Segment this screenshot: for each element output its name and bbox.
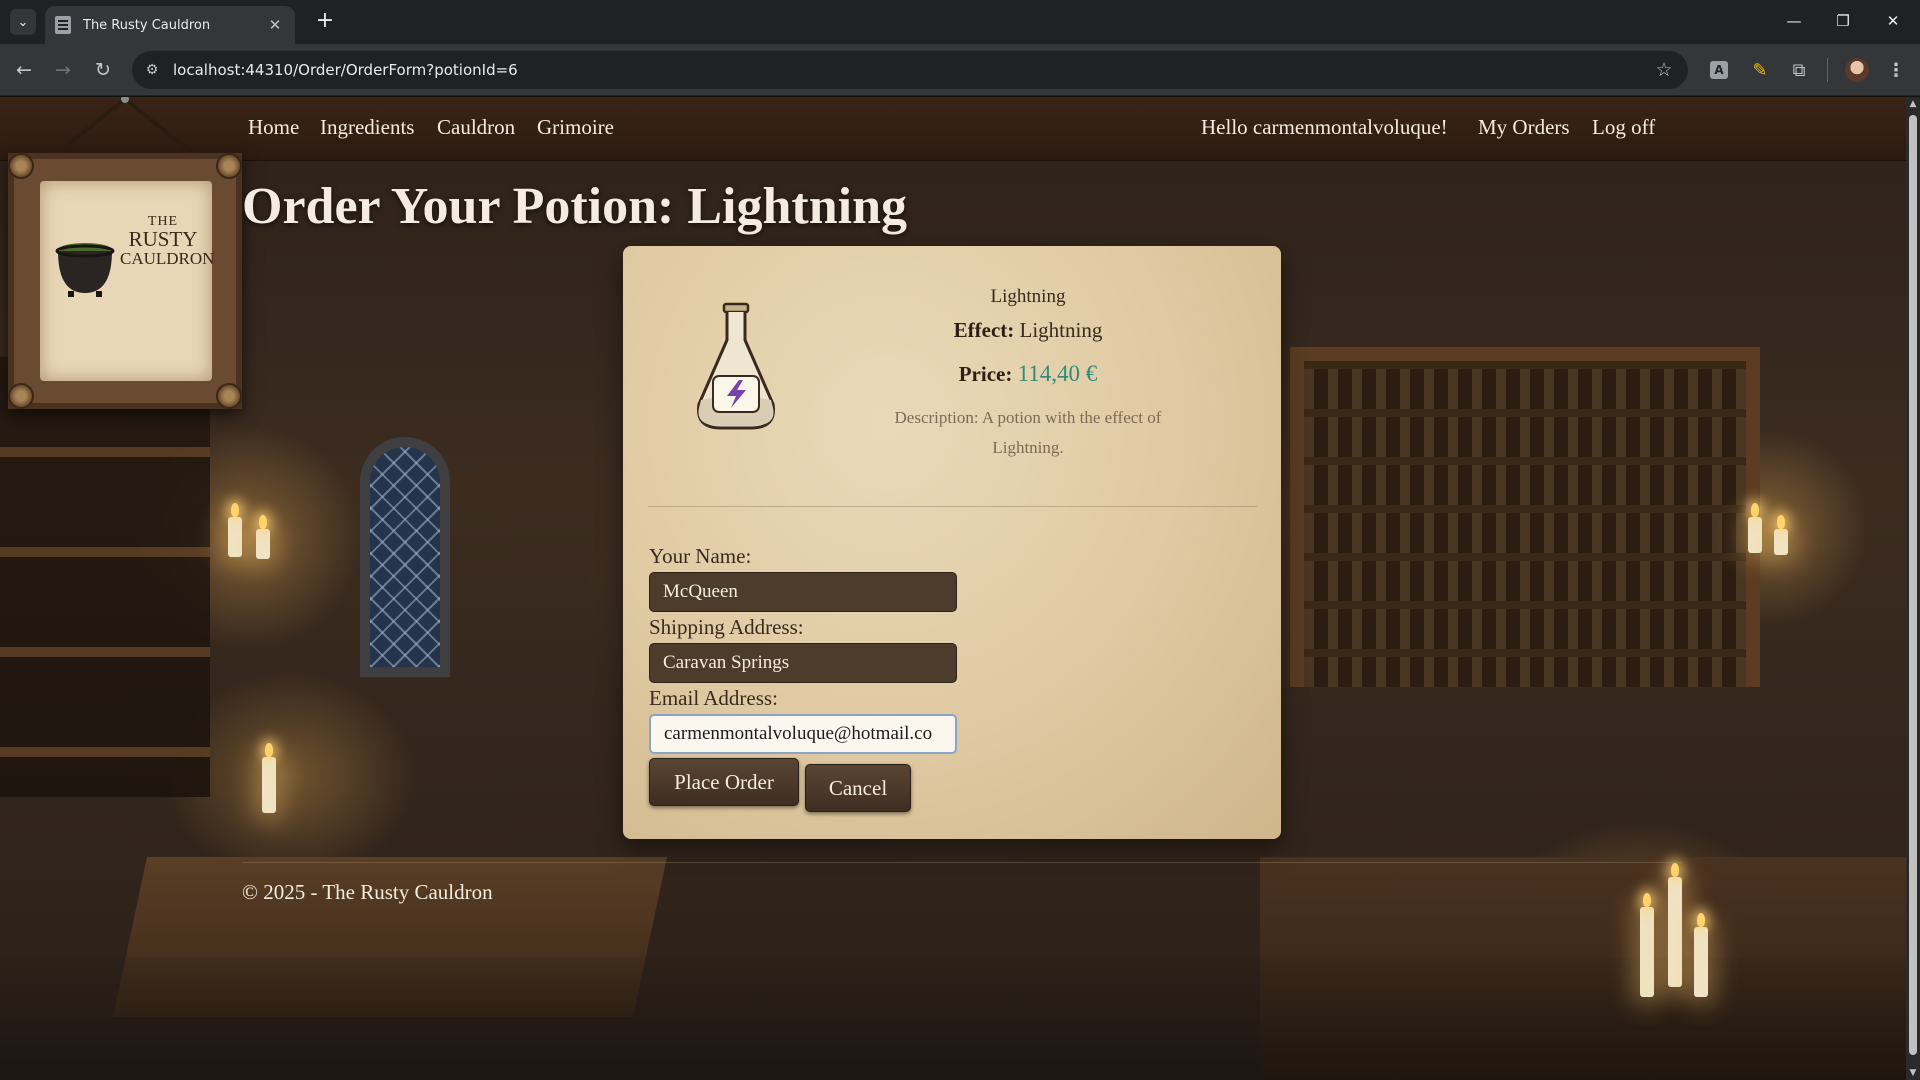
arrow-left-icon: ← (16, 59, 32, 81)
puzzle-icon: ⧉ (1792, 59, 1806, 81)
sign-line: CAULDRON (120, 249, 215, 268)
toolbar-divider (1827, 58, 1828, 82)
site-logo[interactable]: THE RUSTY CAULDRON (8, 153, 242, 409)
email-input[interactable]: carmenmontalvoluque@hotmail.co (649, 714, 957, 754)
background-shelf (0, 357, 210, 797)
price-label: Price: (958, 362, 1013, 386)
scroll-up-icon[interactable]: ▲ (1906, 97, 1920, 111)
order-card: Lightning Effect: Lightning Price: 114,4… (623, 246, 1281, 839)
nav-cauldron[interactable]: Cauldron (437, 115, 515, 140)
tab-list-button[interactable]: ⌄ (10, 9, 36, 35)
effect-value: Lightning (1019, 318, 1103, 342)
extensions-menu-button[interactable]: ⧉ (1785, 56, 1813, 84)
pencil-icon: ✎ (1752, 59, 1768, 81)
address-bar[interactable]: ⚙ localhost:44310/Order/OrderForm?potion… (132, 51, 1688, 89)
tab-title: The Rusty Cauldron (83, 17, 211, 33)
candle (1640, 893, 1654, 997)
profile-button[interactable] (1843, 56, 1871, 84)
page-viewport: Home Ingredients Cauldron Grimoire Hello… (0, 97, 1920, 1080)
name-input[interactable]: McQueen (649, 572, 957, 612)
nav-ingredients[interactable]: Ingredients (320, 115, 414, 140)
close-window-button[interactable]: ✕ (1870, 8, 1916, 34)
restore-button[interactable]: ❐ (1820, 8, 1866, 34)
footer-divider (242, 862, 1682, 863)
candle (1774, 515, 1788, 555)
potion-bottle-icon (696, 302, 776, 430)
candle (228, 503, 242, 557)
card-divider (648, 506, 1257, 507)
sign-line: RUSTY (128, 227, 198, 251)
extension-button[interactable]: A (1705, 56, 1733, 84)
background-shelf (1290, 347, 1760, 687)
background-floor (0, 957, 1920, 1080)
sign-board: THE RUSTY CAULDRON (40, 181, 215, 381)
plus-icon: + (315, 8, 335, 33)
sign-text: THE RUSTY CAULDRON (120, 215, 215, 268)
candle (1748, 503, 1762, 553)
new-tab-button[interactable]: + (312, 9, 338, 35)
star-icon[interactable]: ☆ (1650, 59, 1678, 81)
browser-tab[interactable]: The Rusty Cauldron ✕ (45, 6, 295, 44)
close-tab-icon[interactable]: ✕ (265, 16, 285, 34)
potion-info: Lightning Effect: Lightning Price: 114,4… (863, 286, 1193, 463)
potion-description: Description: A potion with the effect of… (894, 408, 1162, 457)
address-label: Shipping Address: (649, 615, 804, 639)
chevron-down-icon: ⌄ (17, 14, 29, 30)
reload-icon: ↻ (95, 59, 111, 81)
background-window (360, 437, 450, 677)
nav-user-greeting[interactable]: Hello carmenmontalvoluque! (1201, 115, 1448, 140)
tune-icon[interactable]: ⚙ (141, 59, 163, 81)
minimize-icon: — (1786, 12, 1802, 30)
url-text[interactable]: localhost:44310/Order/OrderForm?potionId… (173, 61, 1650, 79)
potion-name: Lightning (990, 286, 1066, 307)
reload-button[interactable]: ↻ (89, 56, 117, 84)
scrollbar-thumb[interactable] (1909, 115, 1917, 1055)
price-value: 114,40 € (1017, 361, 1098, 386)
forward-button[interactable]: → (49, 56, 77, 84)
page-scrollbar[interactable]: ▲ ▼ (1906, 97, 1920, 1080)
nav-my-orders[interactable]: My Orders (1478, 115, 1570, 140)
scroll-down-icon[interactable]: ▼ (1906, 1066, 1920, 1080)
footer-text: © 2025 - The Rusty Cauldron (242, 880, 493, 904)
restore-icon: ❐ (1836, 12, 1850, 30)
place-order-button[interactable]: Place Order (649, 758, 799, 806)
page-title: Order Your Potion: Lightning (242, 178, 908, 235)
sign-bolt (216, 153, 242, 179)
candle (1694, 913, 1708, 997)
effect-label: Effect: (953, 318, 1015, 342)
candle (262, 743, 276, 813)
sign-bolt (216, 383, 242, 409)
sign-bolt (8, 383, 34, 409)
nav-home[interactable]: Home (248, 115, 299, 140)
page-favicon-icon (55, 16, 71, 34)
extension-button[interactable]: ✎ (1746, 56, 1774, 84)
avatar (1845, 58, 1869, 82)
potion-effect: Effect: Lightning (863, 318, 1193, 343)
cauldron-icon (55, 243, 115, 297)
vertical-dots-icon: ⋮ (1887, 59, 1905, 81)
nav-grimoire[interactable]: Grimoire (537, 115, 614, 140)
browser-tab-strip: ⌄ The Rusty Cauldron ✕ + — ❐ ✕ (0, 0, 1920, 44)
nav-log-off[interactable]: Log off (1592, 115, 1655, 140)
arrow-right-icon: → (55, 59, 71, 81)
browser-menu-button[interactable]: ⋮ (1882, 56, 1910, 84)
candle (256, 515, 270, 559)
candle (1668, 863, 1682, 987)
close-icon: ✕ (1886, 12, 1900, 30)
address-input[interactable]: Caravan Springs (649, 643, 957, 683)
site-navbar: Home Ingredients Cauldron Grimoire Hello… (0, 97, 1920, 161)
cancel-button[interactable]: Cancel (805, 764, 911, 812)
extension-a-icon: A (1710, 61, 1728, 79)
name-label: Your Name: (649, 544, 752, 568)
back-button[interactable]: ← (10, 56, 38, 84)
minimize-button[interactable]: — (1771, 8, 1817, 34)
browser-toolbar: ← → ↻ ⚙ localhost:44310/Order/OrderForm?… (0, 44, 1920, 96)
potion-price: Price: 114,40 € (863, 361, 1193, 387)
email-label: Email Address: (649, 686, 778, 710)
sign-bolt (8, 153, 34, 179)
